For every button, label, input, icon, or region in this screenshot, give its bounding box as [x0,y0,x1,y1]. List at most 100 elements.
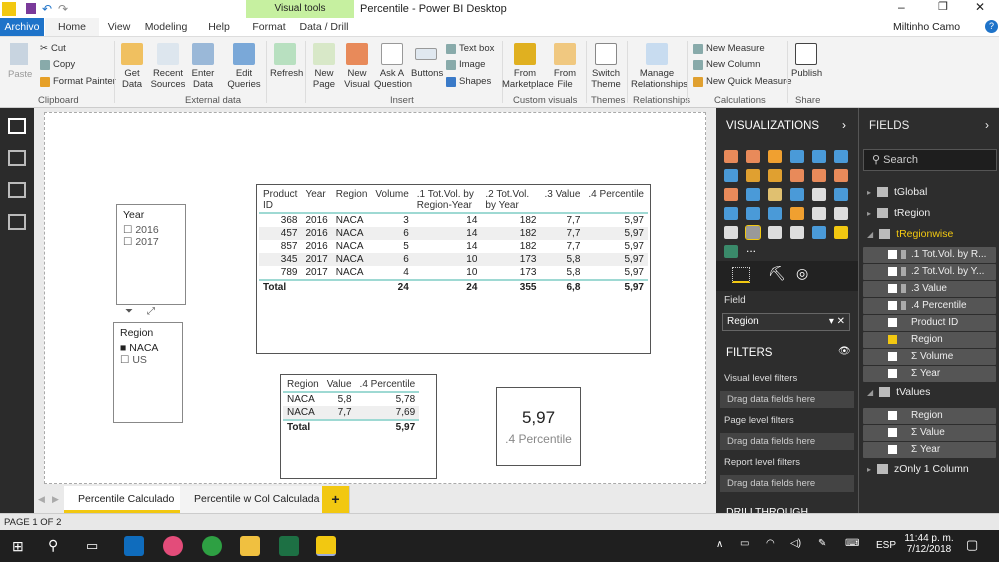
text-box-button[interactable]: Text box [446,43,494,54]
field-checkbox[interactable] [888,352,897,361]
add-page-button[interactable]: + [322,486,350,513]
table-tglobal[interactable]: ▸ tGlobal [867,186,927,198]
page-tab-percentile-calculado[interactable]: Percentile Calculado [64,486,190,513]
visual-type-icon[interactable] [812,188,826,201]
ask-question-button[interactable]: Ask A Question [374,43,412,90]
visual-type-icon[interactable] [768,150,782,163]
relationships-view-icon[interactable] [8,214,26,230]
column-header[interactable]: Region [331,188,372,214]
task-view-icon[interactable]: ▭ [86,538,98,554]
visual-type-icon[interactable] [768,188,782,201]
copy-button[interactable]: Copy [40,59,75,70]
collapse-viz-icon[interactable]: › [842,118,846,132]
outlook-icon[interactable] [124,536,144,556]
filter-icon[interactable]: ⏷ [125,306,133,317]
visual-type-icon[interactable] [746,169,760,182]
format-roller-icon[interactable]: ⛏ [768,265,786,282]
field-item[interactable]: .1 Tot.Vol. by R... [863,247,996,263]
enter-data-button[interactable]: Enter Data [190,43,216,90]
remove-field-icon[interactable]: ▾ ✕ [829,314,845,330]
visual-type-icon[interactable] [812,169,826,182]
get-data-button[interactable]: Get Data [120,43,144,90]
visual-type-icon[interactable] [834,207,848,220]
itunes-icon[interactable] [163,536,183,556]
prev-page-arrow-icon[interactable]: ◀ [38,494,45,505]
restore-button[interactable]: ❐ [938,0,948,13]
new-quick-measure-button[interactable]: New Quick Measure [693,76,792,87]
fields-well-icon[interactable] [732,267,750,283]
visual-type-icon[interactable] [746,207,760,220]
field-item[interactable]: Σ Year [863,366,996,382]
new-visual-button[interactable]: New Visual [343,43,371,90]
column-header[interactable]: Volume [371,188,413,214]
paste-button[interactable]: Paste [8,69,32,80]
field-checkbox[interactable] [888,301,897,310]
tab-home[interactable]: Home [45,18,99,36]
table-zonly-1-column[interactable]: ▸ zOnly 1 Column [867,463,969,475]
visual-type-icon[interactable] [790,188,804,201]
visual-type-icon[interactable] [745,225,761,240]
manage-relationships-button[interactable]: Manage Relationships [631,43,688,90]
slicer-item-naca[interactable]: ■ NACA [120,342,176,354]
visual-type-icon[interactable] [724,150,738,163]
page-filter-drop-zone[interactable]: Drag data fields here [720,433,854,450]
filter-eye-icon[interactable]: 👁 [838,346,851,357]
field-item[interactable]: .3 Value [863,281,996,297]
column-header[interactable]: .1 Tot.Vol. by Region-Year [412,188,482,214]
main-table-visual[interactable]: Product ID Year Region Volume .1 Tot.Vol. by… [256,184,651,354]
tab-data-drill[interactable]: Data / Drill [296,18,352,36]
visual-type-icon[interactable] [834,169,848,182]
visual-type-icon[interactable] [768,169,782,182]
redo-icon[interactable]: ↷ [58,2,68,16]
focus-mode-icon[interactable]: ⤢ [147,306,155,317]
tray-chevron-icon[interactable]: ∧ [716,539,723,550]
small-table-visual[interactable]: Region Value .4 Percentile NACA 5,8 5,78 NACA 7… [280,374,437,479]
more-visuals-icon[interactable]: ... [746,241,756,255]
visual-type-icon[interactable] [790,226,804,239]
format-painter-button[interactable]: Format Painter [40,76,116,87]
tab-view[interactable]: View [100,18,138,36]
field-checkbox[interactable] [888,428,897,437]
field-item[interactable]: Σ Volume [863,349,996,365]
visual-type-icon[interactable] [812,150,826,163]
user-name[interactable]: Miltinho Camo [893,21,960,33]
model-view-icon[interactable] [8,182,26,198]
table-tvalues[interactable]: ◢ tValues [867,386,930,398]
recent-sources-button[interactable]: Recent Sources [150,43,186,90]
visual-type-icon[interactable] [812,226,826,239]
report-page[interactable]: Year ☐ 2016 ☐ 2017 ⏷ ⤢ Region ■ NACA ☐ U… [44,112,706,484]
field-well-region[interactable]: Region ▾ ✕ [722,313,850,331]
image-button[interactable]: Image [446,59,485,70]
visual-type-icon[interactable] [790,150,804,163]
from-marketplace-button[interactable]: From Marketplace [502,43,554,90]
close-button[interactable]: ✕ [975,0,985,14]
language-indicator[interactable]: ESP [876,540,896,551]
search-taskbar-icon[interactable]: ⚲ [48,537,58,554]
clock[interactable]: 11:44 p. m. 7/12/2018 [904,533,954,555]
edit-queries-button[interactable]: Edit Queries [226,43,262,90]
next-page-arrow-icon[interactable]: ▶ [52,494,59,505]
keyboard-icon[interactable]: ⌨ [845,538,859,549]
column-header[interactable]: .4 Percentile [584,188,648,214]
visual-type-icon[interactable] [746,188,760,201]
chrome-icon[interactable] [202,536,222,556]
data-view-icon[interactable] [8,150,26,166]
refresh-button[interactable]: Refresh [270,43,303,79]
visual-type-icon[interactable] [768,226,782,239]
new-column-button[interactable]: New Column [693,59,760,70]
save-icon[interactable] [26,3,36,14]
field-checkbox[interactable] [888,411,897,420]
field-checkbox[interactable] [888,369,897,378]
field-item[interactable]: .4 Percentile [863,298,996,314]
visual-type-icon[interactable] [812,207,826,220]
tab-archivo[interactable]: Archivo [0,18,44,36]
visual-type-icon[interactable] [724,188,738,201]
field-item[interactable]: Region [863,332,996,348]
column-header[interactable]: .3 Value [540,188,585,214]
pen-icon[interactable]: ✎ [818,538,826,549]
column-header[interactable]: Product ID [259,188,302,214]
visual-type-icon[interactable] [724,245,738,258]
volume-icon[interactable]: ◁) [790,538,801,549]
table-tregionwise[interactable]: ◢ tRegionwise [867,228,953,240]
cut-button[interactable]: ✂ Cut [40,43,66,54]
